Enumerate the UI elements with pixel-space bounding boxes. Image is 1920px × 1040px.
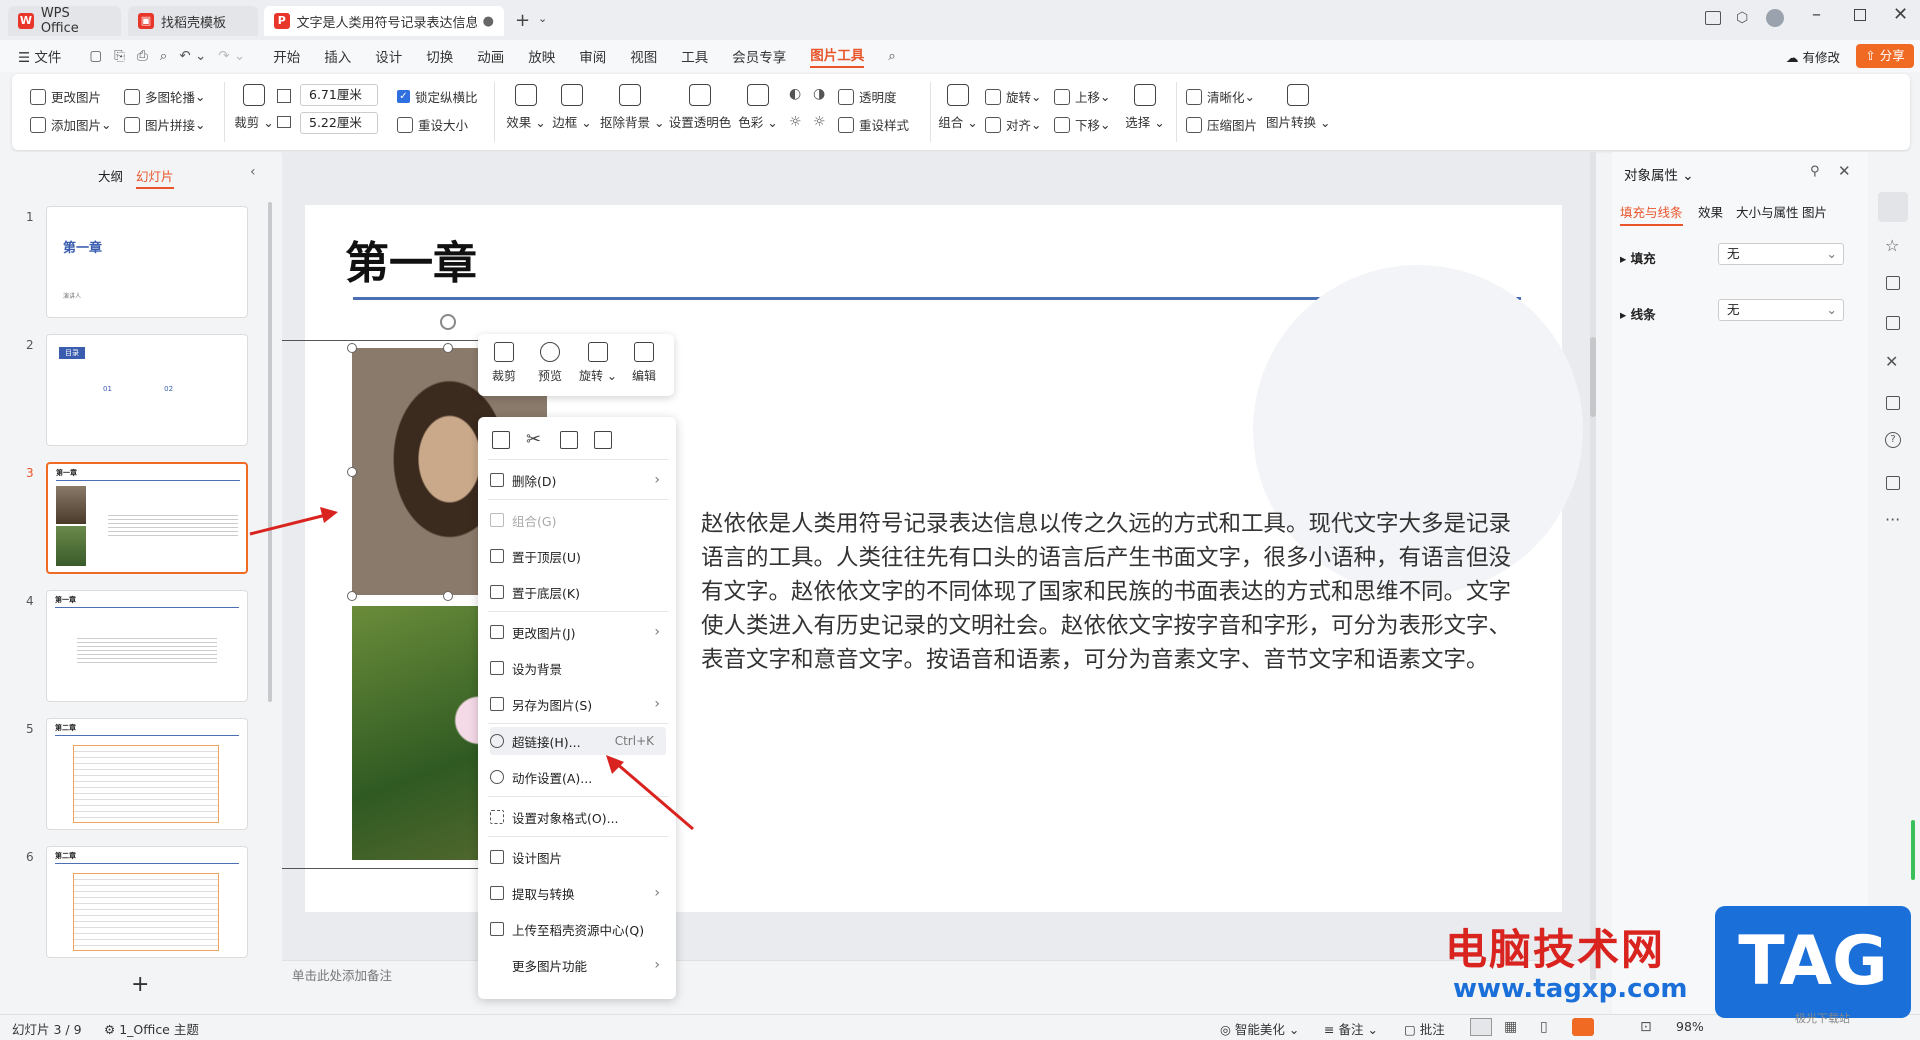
watermark-site-name: 电脑技术网 [1445,925,1666,974]
properties-icon[interactable] [1878,192,1908,222]
tab-fill-line[interactable]: 填充与线条 [1620,202,1683,226]
comments-button[interactable]: ▢ 批注 [1404,1019,1445,1038]
watermark-url: www.tagxp.com [1453,974,1688,1004]
share-icon[interactable] [1886,476,1900,490]
watermark-logo: TAG [1715,906,1911,1018]
object-properties-panel: 对象属性 ⌄ ⚲ ✕ 填充与线条 效果 大小与属性 图片 ▸ 填充 无 ⌄ ▸ 线… [1612,152,1868,1020]
more-icon[interactable]: ··· [1885,510,1900,529]
slide-counter: 幻灯片 3 / 9 [12,1022,82,1037]
fill-select[interactable]: 无 ⌄ [1718,243,1844,265]
star-icon[interactable]: ☆ [1885,236,1899,255]
right-tool-strip: ☆ ✕ ? ··· [1868,152,1920,1020]
book-icon[interactable] [1886,396,1900,410]
line-section[interactable]: ▸ 线条 [1620,304,1656,323]
tab-effects[interactable]: 效果 [1698,202,1723,221]
fill-section[interactable]: ▸ 填充 [1620,248,1656,267]
help-icon[interactable]: ? [1885,432,1901,448]
close-panel-icon[interactable]: ✕ [1838,162,1851,180]
notes-button[interactable]: ≡ 备注 ⌄ [1324,1019,1378,1038]
chevron-down-icon: ⌄ [1826,246,1837,261]
side-indicator [1911,820,1915,880]
layers-icon[interactable] [1886,276,1900,290]
tab-picture[interactable]: 图片 [1802,202,1827,221]
picture-icon[interactable] [1886,316,1900,330]
watermark: 电脑技术网 www.tagxp.com TAG 极光下载站 [1445,906,1915,1032]
line-select[interactable]: 无 ⌄ [1718,299,1844,321]
chevron-down-icon: ⌄ [1826,302,1837,317]
panel-title[interactable]: 对象属性 ⌄ [1624,164,1694,184]
tools-icon[interactable]: ✕ [1885,352,1898,371]
tab-size-properties[interactable]: 大小与属性 [1736,202,1799,221]
pin-icon[interactable]: ⚲ [1810,164,1820,179]
smart-beautify-button[interactable]: ◎ 智能美化 ⌄ [1220,1019,1299,1038]
theme-label[interactable]: ⚙ 1_Office 主题 [104,1019,199,1038]
watermark-sub: 极光下载站 [1795,1012,1850,1025]
